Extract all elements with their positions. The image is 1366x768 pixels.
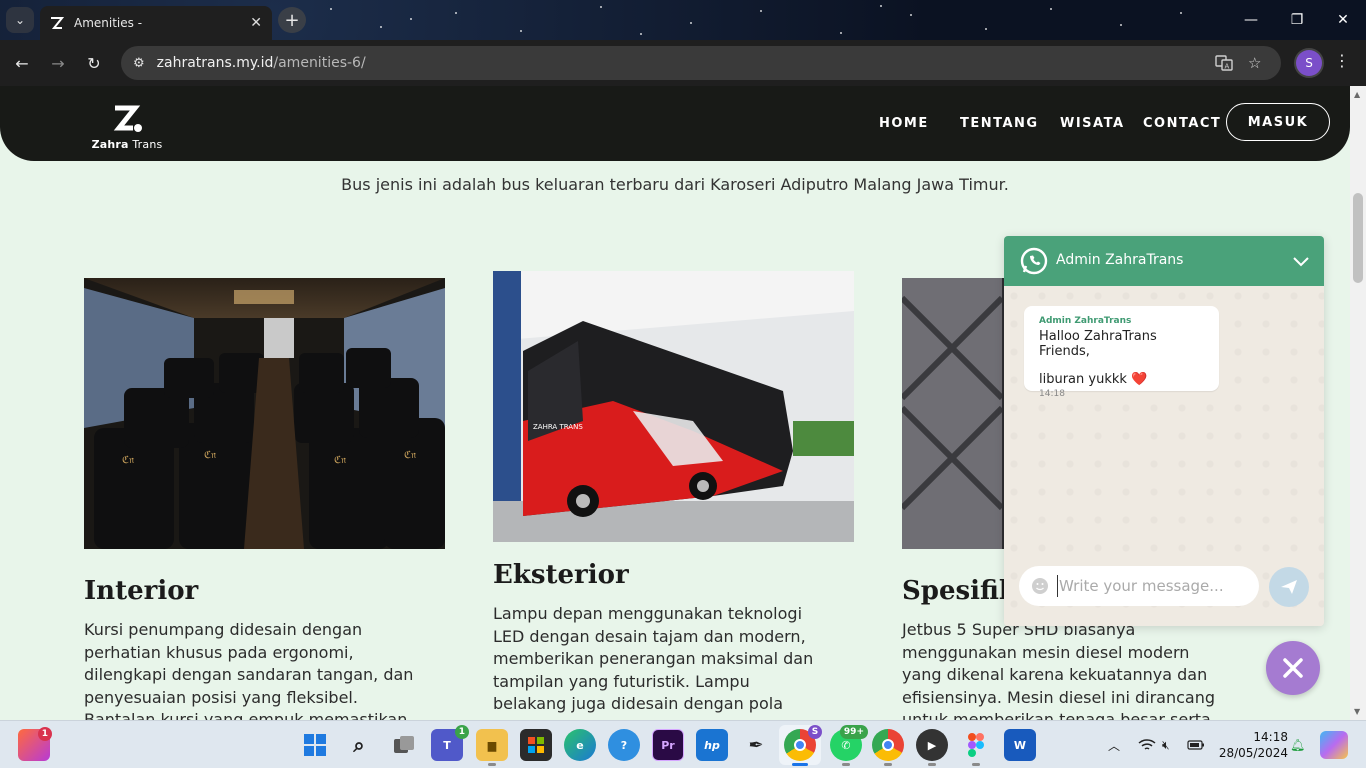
taskbar-clock[interactable]: 14:18 28/05/2024 bbox=[1216, 729, 1288, 761]
nav-home[interactable]: HOME bbox=[879, 116, 929, 131]
scrollbar-thumb[interactable] bbox=[1353, 193, 1363, 283]
file-explorer-icon[interactable]: ▆ bbox=[476, 729, 508, 766]
hp-app-icon[interactable]: hp bbox=[696, 729, 728, 761]
chat-body: Admin ZahraTrans Halloo ZahraTrans Frien… bbox=[1004, 286, 1324, 626]
send-icon bbox=[1281, 580, 1297, 594]
window-restore-button[interactable]: ❐ bbox=[1274, 0, 1320, 40]
pen-tool-icon[interactable]: ✒ bbox=[740, 729, 772, 761]
whatsapp-chat-widget: Admin ZahraTrans Admin ZahraTrans Halloo… bbox=[1004, 236, 1324, 626]
clock-date: 28/05/2024 bbox=[1218, 746, 1288, 760]
new-tab-button[interactable]: + bbox=[278, 7, 306, 33]
browser-menu-icon[interactable]: ⋮ bbox=[1334, 51, 1350, 70]
nav-tentang[interactable]: TENTANG bbox=[960, 116, 1039, 131]
svg-text:ℭ𝔫: ℭ𝔫 bbox=[334, 455, 346, 466]
whatsapp-app-icon[interactable]: ✆ 99+ bbox=[830, 725, 868, 766]
chat-input-box[interactable] bbox=[1019, 566, 1259, 606]
chat-message-input[interactable] bbox=[1057, 575, 1247, 597]
profile-avatar[interactable]: S bbox=[1296, 50, 1322, 76]
tab-title: Amenities - bbox=[74, 16, 143, 30]
back-button[interactable]: ← bbox=[10, 51, 34, 75]
url-path: /amenities-6/ bbox=[273, 55, 366, 71]
chat-message-line1: Halloo ZahraTrans Friends, bbox=[1039, 329, 1157, 359]
svg-text:A: A bbox=[1225, 63, 1230, 71]
exterior-image: ZAHRA TRANS bbox=[493, 271, 854, 542]
svg-text:ℭ𝔫: ℭ𝔫 bbox=[122, 455, 134, 466]
card-text-spesifikasi: Jetbus 5 Super SHD biasanya menggunakan … bbox=[902, 620, 1216, 720]
chat-header-name: Admin ZahraTrans bbox=[1056, 252, 1184, 268]
chrome-profile-2-icon[interactable] bbox=[872, 729, 904, 766]
volume-muted-icon[interactable]: 🔇︎ bbox=[1162, 721, 1170, 768]
tab-amenities[interactable]: Amenities - ✕ bbox=[40, 6, 272, 40]
svg-text:ℭ𝔫: ℭ𝔫 bbox=[204, 450, 216, 461]
search-icon[interactable]: ⌕ bbox=[343, 729, 375, 761]
interior-image: ℭ𝔫 ℭ𝔫 ℭ𝔫 ℭ𝔫 bbox=[84, 278, 445, 549]
site-logo[interactable]: Zahra Trans bbox=[90, 104, 164, 151]
teams-icon[interactable]: T1 bbox=[431, 725, 469, 761]
translate-icon[interactable]: A bbox=[1215, 46, 1233, 80]
windows-taskbar: 1 ⌕ T1 ▆ e ? Pr hp ✒ S ✆ 99+ ▶ W ︿ 🔇︎ 14:… bbox=[0, 720, 1366, 768]
address-bar[interactable]: ⚙ zahratrans.my.id /amenities-6/ A ☆ bbox=[121, 46, 1281, 80]
tab-search-button[interactable]: ⌄ bbox=[6, 7, 34, 33]
tab-close-icon[interactable]: ✕ bbox=[250, 15, 262, 31]
wifi-icon[interactable] bbox=[1138, 721, 1156, 768]
window-close-button[interactable]: ✕ bbox=[1320, 0, 1366, 40]
bookmark-star-icon[interactable]: ☆ bbox=[1248, 46, 1261, 80]
chat-message-bubble: Admin ZahraTrans Halloo ZahraTrans Frien… bbox=[1024, 306, 1219, 399]
chat-message-time: 14:18 bbox=[1039, 389, 1065, 399]
scroll-up-icon[interactable]: ▲ bbox=[1354, 90, 1360, 99]
tray-overflow-icon[interactable]: ︿ bbox=[1108, 721, 1120, 768]
heart-icon: ❤️ bbox=[1131, 372, 1148, 387]
chat-message-line2: liburan yukkk ❤️ bbox=[1039, 372, 1148, 387]
emoji-icon[interactable] bbox=[1031, 577, 1049, 595]
chat-close-fab[interactable] bbox=[1266, 641, 1320, 695]
edge-browser-icon[interactable]: e bbox=[564, 729, 596, 761]
chat-sender: Admin ZahraTrans bbox=[1039, 316, 1132, 326]
window-minimize-button[interactable]: — bbox=[1228, 0, 1274, 40]
figma-icon[interactable] bbox=[960, 729, 992, 766]
battery-icon[interactable] bbox=[1187, 721, 1205, 768]
browser-toolbar: ← → ↻ ⚙ zahratrans.my.id /amenities-6/ A… bbox=[0, 40, 1366, 86]
microsoft-store-icon[interactable] bbox=[520, 729, 552, 761]
zahra-favicon-icon bbox=[50, 16, 64, 30]
logo-mark-icon bbox=[110, 104, 144, 134]
send-button[interactable] bbox=[1269, 567, 1309, 607]
chrome-icon[interactable]: S bbox=[784, 725, 822, 766]
page-scrollbar[interactable]: ▲ ▼ bbox=[1350, 86, 1366, 720]
svg-text:ℭ𝔫: ℭ𝔫 bbox=[404, 450, 416, 461]
card-title-eksterior: Eksterior bbox=[493, 560, 629, 590]
clock-time: 14:18 bbox=[1253, 730, 1288, 744]
intro-text: Bus jenis ini adalah bus keluaran terbar… bbox=[341, 175, 1009, 194]
notification-bell-icon[interactable]: 🔔︎ bbox=[1290, 721, 1305, 768]
url-host: zahratrans.my.id bbox=[156, 55, 274, 71]
task-view-icon[interactable] bbox=[388, 729, 420, 761]
chat-header[interactable]: Admin ZahraTrans bbox=[1004, 236, 1324, 286]
close-icon bbox=[1283, 658, 1303, 678]
svg-text:ZAHRA TRANS: ZAHRA TRANS bbox=[533, 423, 583, 431]
nav-contact[interactable]: CONTACT bbox=[1143, 116, 1221, 131]
media-player-icon[interactable]: ▶ bbox=[916, 729, 948, 766]
premiere-pro-icon[interactable]: Pr bbox=[652, 729, 684, 761]
site-info-icon[interactable]: ⚙ bbox=[133, 56, 145, 71]
whatsapp-icon bbox=[1020, 247, 1048, 275]
copilot-icon[interactable] bbox=[1320, 731, 1348, 759]
notification-badge: 1 bbox=[37, 727, 52, 741]
card-title-interior: Interior bbox=[84, 576, 199, 606]
chevron-down-icon[interactable] bbox=[1290, 250, 1312, 272]
notification-widget-icon[interactable]: 1 bbox=[18, 727, 52, 761]
scroll-down-icon[interactable]: ▼ bbox=[1354, 707, 1360, 716]
browser-tab-bar: ⌄ Amenities - ✕ + — ❐ ✕ bbox=[0, 0, 1366, 40]
site-header: Zahra Trans HOME TENTANG WISATA CONTACT … bbox=[0, 86, 1350, 161]
nav-wisata[interactable]: WISATA bbox=[1060, 116, 1125, 131]
word-icon[interactable]: W bbox=[1004, 729, 1036, 761]
login-button[interactable]: MASUK bbox=[1226, 103, 1330, 141]
card-text-eksterior: Lampu depan menggunakan teknologi LED de… bbox=[493, 604, 814, 720]
reload-button[interactable]: ↻ bbox=[82, 51, 106, 75]
help-icon[interactable]: ? bbox=[608, 729, 640, 761]
forward-button[interactable]: → bbox=[46, 51, 70, 75]
start-button[interactable] bbox=[299, 729, 331, 761]
card-text-interior: Kursi penumpang didesain dengan perhatia… bbox=[84, 620, 414, 720]
logo-name: Zahra Trans bbox=[91, 138, 163, 151]
